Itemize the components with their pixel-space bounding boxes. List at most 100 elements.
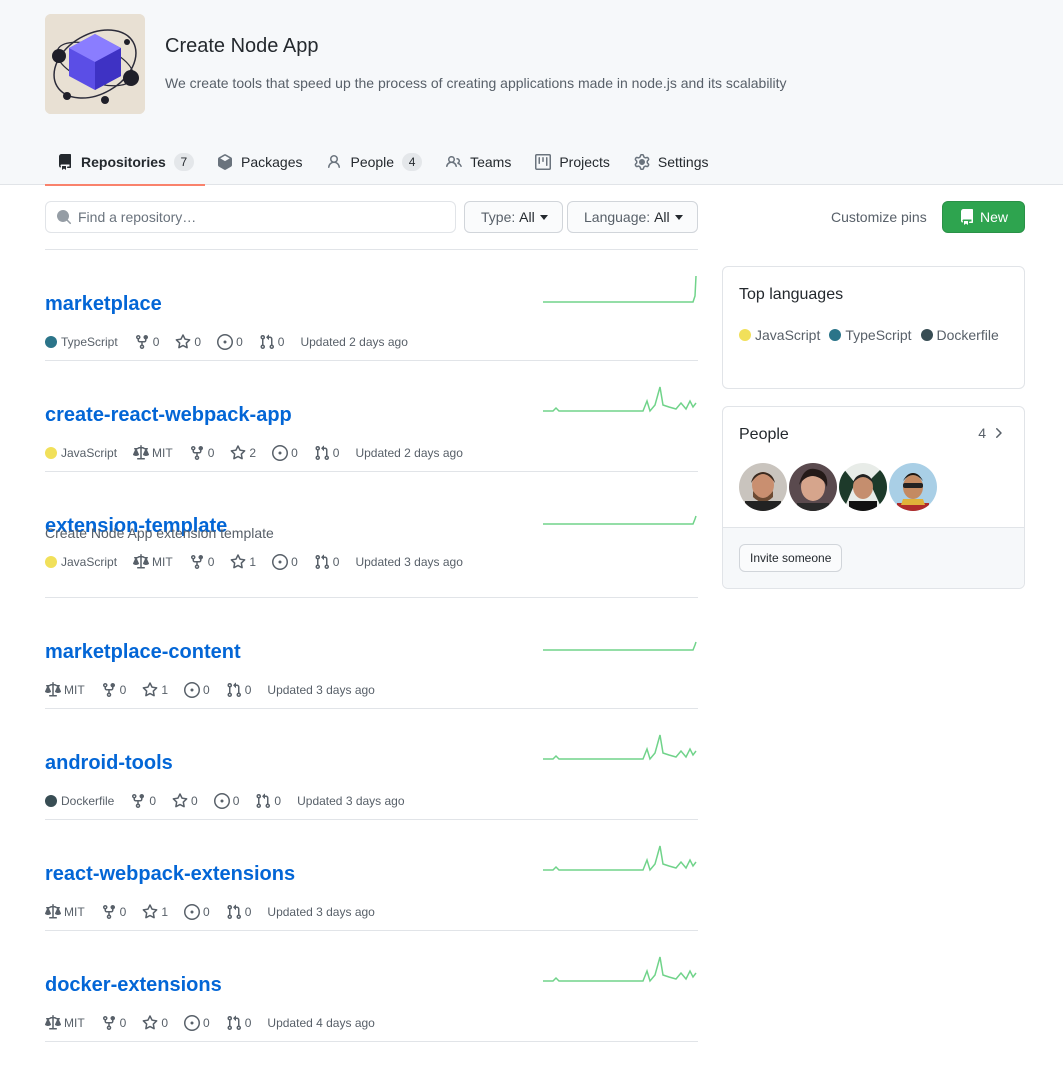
- repo-pull-requests[interactable]: 0: [259, 334, 284, 350]
- repo-name-link[interactable]: android-tools: [45, 752, 173, 775]
- repo-name-link[interactable]: react-webpack-extensions: [45, 863, 295, 886]
- repo-forks[interactable]: 0: [101, 682, 126, 698]
- repo-issues[interactable]: 0: [272, 445, 298, 461]
- tab-repositories[interactable]: Repositories 7: [45, 138, 205, 186]
- repo-name-link[interactable]: marketplace-content: [45, 641, 241, 664]
- repo-forks-count: 0: [149, 794, 157, 808]
- fork-icon: [190, 446, 203, 461]
- tab-people[interactable]: People 4: [314, 138, 434, 185]
- repo-item: android-tools Dockerfile 0 0 0 0 Updated 3 day…: [45, 709, 698, 820]
- tab-projects[interactable]: Projects: [523, 138, 622, 185]
- repo-issues[interactable]: 0: [272, 554, 298, 570]
- repo-name-link[interactable]: docker-extensions: [45, 974, 222, 997]
- repo-name-link[interactable]: marketplace: [45, 293, 162, 316]
- repo-issues[interactable]: 0: [184, 1015, 210, 1031]
- repo-pull-requests[interactable]: 0: [226, 1015, 252, 1031]
- org-name: Create Node App: [165, 35, 319, 57]
- repo-language-label: TypeScript: [61, 335, 118, 349]
- top-language-item[interactable]: Dockerfile: [920, 320, 999, 349]
- repo-pull-requests-count: 0: [244, 683, 252, 697]
- people-icon: [446, 154, 462, 170]
- repo-forks-count: 0: [207, 555, 215, 569]
- top-language-label: Dockerfile: [936, 326, 999, 343]
- repo-item: extension-template Create Node App extens…: [45, 472, 698, 598]
- repo-license: MIT: [45, 1015, 85, 1031]
- invite-someone-button[interactable]: Invite someone: [739, 544, 843, 572]
- avatar[interactable]: [889, 463, 937, 511]
- project-icon: [535, 153, 552, 170]
- repo-issues-count: 0: [291, 555, 298, 569]
- repo-name-link[interactable]: create-react-webpack-app: [45, 404, 292, 427]
- language-filter-button[interactable]: Language: All: [567, 201, 698, 233]
- top-language-item[interactable]: TypeScript: [829, 320, 912, 349]
- org-avatar[interactable]: [45, 14, 145, 114]
- sparkline-path: [543, 641, 697, 651]
- repo-issues[interactable]: 0: [184, 682, 210, 698]
- repo-stars[interactable]: 0: [142, 1015, 168, 1031]
- activity-sparkline: [543, 386, 697, 413]
- repo-meta: TypeScript 0 0 0 0 Updated 2 days ago: [45, 334, 408, 350]
- avatar[interactable]: [789, 463, 837, 511]
- fork-icon: [102, 683, 115, 698]
- repo-count-badge: 7: [173, 152, 194, 171]
- tab-teams[interactable]: Teams: [434, 138, 523, 185]
- avatar[interactable]: [839, 463, 887, 511]
- repo-pull-requests-count: 0: [332, 555, 340, 569]
- activity-sparkline: [543, 845, 697, 872]
- repo-forks-count: 0: [207, 446, 215, 460]
- repo-icon: [960, 209, 973, 225]
- repo-stars[interactable]: 2: [230, 445, 256, 461]
- activity-sparkline: [543, 956, 697, 983]
- repo-updated: Updated 3 days ago: [267, 905, 375, 919]
- repo-forks[interactable]: 0: [134, 334, 159, 350]
- repo-license: MIT: [45, 904, 85, 920]
- issue-icon: [213, 793, 230, 809]
- tab-packages[interactable]: Packages: [205, 138, 314, 185]
- avatar[interactable]: [739, 463, 787, 511]
- repo-stars[interactable]: 1: [142, 682, 168, 698]
- type-filter-button[interactable]: Type: All: [464, 201, 563, 233]
- repo-pull-requests-count: 0: [244, 1016, 252, 1030]
- repo-item: create-react-webpack-app JavaScript MIT 0 2 0…: [45, 361, 698, 472]
- repo-pull-requests[interactable]: 0: [226, 682, 252, 698]
- search-box: [45, 201, 456, 233]
- language-filter-value: All: [654, 209, 670, 225]
- repo-forks[interactable]: 0: [130, 793, 156, 809]
- language-color-dot: [45, 447, 57, 459]
- activity-sparkline: [543, 641, 697, 651]
- repo-issues[interactable]: 0: [217, 334, 243, 350]
- repo-issues[interactable]: 0: [184, 904, 210, 920]
- repo-stars[interactable]: 0: [172, 793, 198, 809]
- repo-forks[interactable]: 0: [101, 904, 126, 920]
- tab-settings[interactable]: Settings: [622, 138, 721, 185]
- repo-pull-requests[interactable]: 0: [226, 904, 251, 920]
- filter-bar: Type: All Language: All Customize pins N…: [45, 201, 1025, 233]
- chevron-right-icon: [996, 428, 1002, 438]
- repo-language-label: Dockerfile: [61, 794, 115, 808]
- tab-label: Repositories: [81, 153, 166, 170]
- search-input[interactable]: [78, 209, 448, 225]
- customize-pins-link[interactable]: Customize pins: [831, 209, 927, 225]
- repo-updated: Updated 2 days ago: [300, 335, 408, 349]
- repo-issues[interactable]: 0: [213, 793, 239, 809]
- repo-stars[interactable]: 1: [142, 904, 168, 920]
- repo-stars[interactable]: 1: [230, 554, 256, 570]
- repo-forks[interactable]: 0: [101, 1015, 126, 1031]
- repo-pull-requests[interactable]: 0: [255, 793, 281, 809]
- language-color-dot: [45, 336, 57, 348]
- org-tabs: Repositories 7 Packages People 4 Teams P…: [45, 138, 721, 186]
- repo-pull-requests[interactable]: 0: [314, 445, 339, 461]
- repo-forks[interactable]: 0: [189, 554, 215, 570]
- repo-meta: JavaScript MIT 0 1 0 0 Updated 3 days ago: [45, 554, 463, 570]
- repo-pull-requests[interactable]: 0: [314, 554, 340, 570]
- repo-language: JavaScript: [45, 446, 117, 460]
- new-repo-button[interactable]: New: [942, 201, 1025, 233]
- people-count-link[interactable]: 4: [978, 425, 1006, 441]
- repo-stars[interactable]: 0: [175, 334, 201, 350]
- top-languages-title: Top languages: [739, 286, 844, 303]
- repo-forks[interactable]: 0: [189, 445, 215, 461]
- law-icon: [133, 445, 150, 460]
- sparkline-path: [543, 515, 697, 525]
- top-language-item[interactable]: JavaScript: [739, 320, 820, 349]
- pull-request-icon: [256, 793, 271, 809]
